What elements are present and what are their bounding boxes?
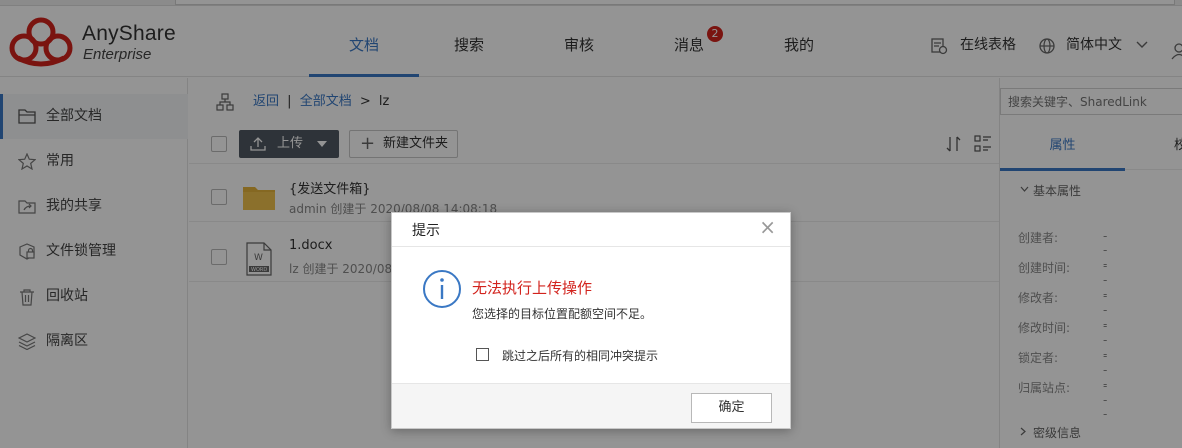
dialog-title: 提示 xyxy=(412,223,440,239)
confirm-button[interactable]: 确定 xyxy=(691,393,772,423)
alert-dialog: 提示 × 无法执行上传操作 您选择的目标位置配额空间不足。 跳过之后所有的相同冲… xyxy=(391,212,791,429)
dialog-detail: 您选择的目标位置配额空间不足。 xyxy=(472,307,653,321)
dialog-message: 无法执行上传操作 xyxy=(472,279,593,297)
skip-conflicts-label[interactable]: 跳过之后所有的相同冲突提示 xyxy=(502,347,658,364)
close-icon[interactable]: × xyxy=(759,215,776,239)
info-icon xyxy=(423,270,461,308)
dialog-footer: 确定 xyxy=(392,383,790,428)
skip-conflicts-checkbox[interactable] xyxy=(476,348,489,361)
dialog-header: 提示 × xyxy=(392,213,790,247)
